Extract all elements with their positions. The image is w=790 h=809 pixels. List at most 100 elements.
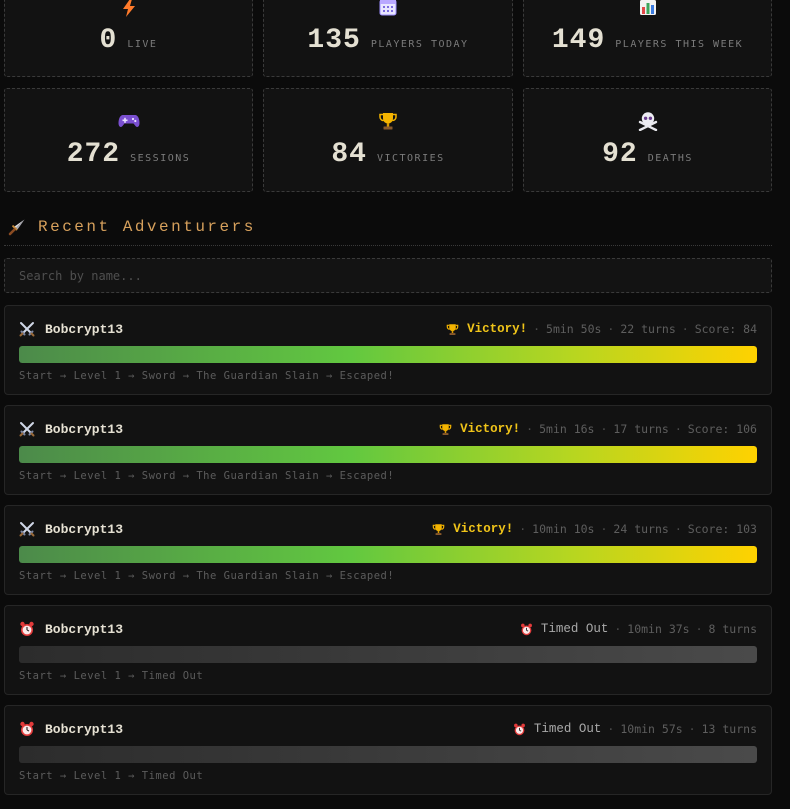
- run-meta: Victory! · 10min 10s · 24 turns · Score: 103: [432, 522, 757, 536]
- run-path: Start → Level 1 → Timed Out: [19, 670, 204, 682]
- stat-value: 0: [99, 25, 118, 56]
- progress-bar-fill: [19, 646, 757, 663]
- stat-value: 149: [551, 25, 606, 56]
- progress-bar-fill: [19, 346, 757, 363]
- meta-separator: ·: [526, 422, 534, 436]
- stat-card-deaths: 92 DEATHS: [523, 88, 772, 192]
- gamepad-icon: [5, 113, 252, 129]
- meta-separator: ·: [533, 322, 541, 336]
- run-turns: 8 turns: [708, 622, 757, 636]
- stat-card-players-week: 149 PLAYERS THIS WEEK: [523, 0, 772, 77]
- run-meta: Victory! · 5min 50s · 22 turns · Score: 84: [446, 322, 757, 336]
- meta-separator: ·: [681, 322, 689, 336]
- stat-label: LIVE: [127, 39, 158, 50]
- run-duration: 5min 50s: [546, 322, 602, 336]
- trophy-icon: [439, 423, 452, 436]
- dashboard-page: 0 LIVE 135 PLAYERS TODAY 149 PLAYERS THI…: [0, 0, 790, 809]
- meta-separator: ·: [600, 522, 608, 536]
- alarm-clock-icon: [513, 723, 526, 736]
- player-name[interactable]: Bobcrypt13: [45, 722, 123, 737]
- run-path: Start → Level 1 → Timed Out: [19, 770, 204, 782]
- alarm-clock-icon: [19, 721, 35, 737]
- alarm-clock-icon: [19, 621, 35, 637]
- skull-crossbones-icon: [524, 111, 771, 131]
- outcome-badge: Victory!: [432, 522, 513, 536]
- outcome-badge: Victory!: [439, 422, 520, 436]
- stat-label: PLAYERS THIS WEEK: [615, 39, 744, 50]
- player-info: Bobcrypt13: [19, 521, 123, 537]
- calendar-icon: [264, 0, 512, 16]
- progress-bar: [19, 446, 757, 463]
- bar-chart-icon: [524, 0, 771, 16]
- outcome-text: Timed Out: [540, 622, 609, 636]
- run-turns: 17 turns: [613, 422, 669, 436]
- run-turns: 22 turns: [620, 322, 676, 336]
- crossed-swords-icon: [19, 321, 35, 337]
- stat-card-sessions: 272 SESSIONS: [4, 88, 253, 192]
- progress-bar: [19, 346, 757, 363]
- lightning-icon: [5, 0, 252, 17]
- player-name[interactable]: Bobcrypt13: [45, 622, 123, 637]
- run-card[interactable]: Bobcrypt13 Victory! · 5min 50s · 22 turns · Sco…: [4, 305, 772, 395]
- run-header: Bobcrypt13 Timed Out · 10min 57s · 13 turns: [19, 720, 757, 738]
- run-duration: 10min 57s: [620, 722, 683, 736]
- stat-label: DEATHS: [647, 153, 693, 164]
- trophy-icon: [432, 523, 445, 536]
- run-duration: 10min 37s: [627, 622, 690, 636]
- trophy-icon: [446, 323, 459, 336]
- run-meta: Victory! · 5min 16s · 17 turns · Score: 106: [439, 422, 757, 436]
- stat-label: PLAYERS TODAY: [370, 39, 469, 50]
- player-name[interactable]: Bobcrypt13: [45, 322, 123, 337]
- stat-value: 272: [66, 139, 121, 170]
- run-path: Start → Level 1 → Sword → The Guardian S…: [19, 370, 395, 382]
- player-info: Bobcrypt13: [19, 421, 123, 437]
- outcome-text: Victory!: [453, 522, 514, 536]
- player-name[interactable]: Bobcrypt13: [45, 522, 123, 537]
- meta-separator: ·: [688, 722, 696, 736]
- run-path: Start → Level 1 → Sword → The Guardian S…: [19, 470, 395, 482]
- meta-separator: ·: [695, 622, 703, 636]
- meta-separator: ·: [607, 722, 615, 736]
- meta-separator: ·: [674, 522, 682, 536]
- stat-value: 92: [602, 139, 638, 170]
- run-turns: 24 turns: [613, 522, 669, 536]
- crossed-swords-icon: [19, 521, 35, 537]
- outcome-badge: Timed Out: [520, 622, 609, 636]
- stat-card-players-today: 135 PLAYERS TODAY: [263, 0, 513, 77]
- meta-separator: ·: [614, 622, 622, 636]
- player-name[interactable]: Bobcrypt13: [45, 422, 123, 437]
- run-header: Bobcrypt13 Victory! · 5min 16s · 17 turns · Sco…: [19, 420, 757, 438]
- section-title-text: Recent Adventurers: [38, 218, 256, 236]
- progress-bar-fill: [19, 446, 757, 463]
- progress-bar: [19, 646, 757, 663]
- progress-bar: [19, 546, 757, 563]
- stat-label: SESSIONS: [130, 153, 191, 164]
- stat-value: 135: [307, 25, 361, 56]
- progress-bar-fill: [19, 746, 757, 763]
- player-info: Bobcrypt13: [19, 321, 123, 337]
- run-card[interactable]: Bobcrypt13 Timed Out · 10min 37s · 8 turns Sta…: [4, 605, 772, 695]
- outcome-text: Victory!: [467, 322, 528, 336]
- run-score: Score: 106: [687, 422, 757, 436]
- run-header: Bobcrypt13 Victory! · 5min 50s · 22 turns · Sco…: [19, 320, 757, 338]
- outcome-text: Timed Out: [533, 722, 602, 736]
- trophy-icon: [264, 111, 512, 131]
- stat-label: VICTORIES: [376, 153, 445, 164]
- run-card[interactable]: Bobcrypt13 Timed Out · 10min 57s · 13 turns St…: [4, 705, 772, 795]
- run-duration: 5min 16s: [539, 422, 595, 436]
- run-card[interactable]: Bobcrypt13 Victory! · 10min 10s · 24 turns · Sc…: [4, 505, 772, 595]
- run-header: Bobcrypt13 Victory! · 10min 10s · 24 turns · Sc…: [19, 520, 757, 538]
- run-path: Start → Level 1 → Sword → The Guardian S…: [19, 570, 395, 582]
- player-info: Bobcrypt13: [19, 621, 123, 637]
- run-header: Bobcrypt13 Timed Out · 10min 37s · 8 turns: [19, 620, 757, 638]
- meta-separator: ·: [600, 422, 608, 436]
- run-score: Score: 84: [694, 322, 757, 336]
- alarm-clock-icon: [520, 623, 533, 636]
- progress-bar: [19, 746, 757, 763]
- run-card[interactable]: Bobcrypt13 Victory! · 5min 16s · 17 turns · Sco…: [4, 405, 772, 495]
- search-input[interactable]: [4, 258, 772, 293]
- stat-card-live: 0 LIVE: [4, 0, 253, 77]
- run-duration: 10min 10s: [532, 522, 595, 536]
- outcome-text: Victory!: [460, 422, 521, 436]
- stat-card-victories: 84 VICTORIES: [263, 88, 513, 192]
